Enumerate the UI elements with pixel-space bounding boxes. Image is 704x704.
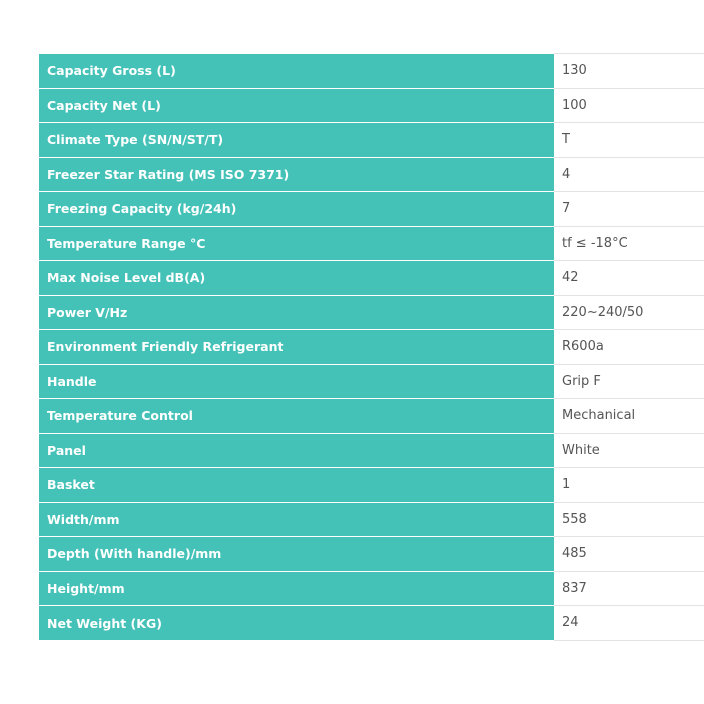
spec-label: Depth (With handle)/mm [39, 536, 554, 572]
table-row: Panel White [39, 432, 704, 468]
spec-value: R600a [554, 329, 704, 365]
table-row: Basket 1 [39, 467, 704, 503]
spec-label: Net Weight (KG) [39, 605, 554, 640]
table-row: Freezing Capacity (kg/24h) 7 [39, 191, 704, 227]
spec-label: Capacity Gross (L) [39, 53, 554, 89]
table-row: Depth (With handle)/mm 485 [39, 536, 704, 572]
spec-label: Temperature Range °C [39, 226, 554, 261]
table-row: Capacity Net (L) 100 [39, 87, 704, 123]
spec-label: Width/mm [39, 502, 554, 537]
spec-value: 24 [554, 605, 704, 641]
spec-value: 558 [554, 501, 704, 537]
specifications-table: Capacity Gross (L) 130 Capacity Net (L) … [39, 53, 704, 641]
spec-value: Grip F [554, 363, 704, 399]
spec-label: Handle [39, 364, 554, 399]
table-row: Max Noise Level dB(A) 42 [39, 260, 704, 296]
table-row: Height/mm 837 [39, 570, 704, 606]
spec-value: Mechanical [554, 398, 704, 434]
spec-label: Capacity Net (L) [39, 88, 554, 123]
spec-label: Freezing Capacity (kg/24h) [39, 191, 554, 227]
spec-value: 130 [554, 53, 704, 89]
spec-value: 4 [554, 156, 704, 192]
spec-label: Basket [39, 467, 554, 503]
spec-value: tf ≤ -18°C [554, 225, 704, 261]
spec-value: 485 [554, 536, 704, 572]
spec-label: Height/mm [39, 571, 554, 606]
spec-label: Environment Friendly Refrigerant [39, 329, 554, 365]
table-row: Environment Friendly Refrigerant R600a [39, 329, 704, 365]
table-row: Climate Type (SN/N/ST/T) T [39, 122, 704, 158]
table-row: Width/mm 558 [39, 501, 704, 537]
spec-value: 7 [554, 191, 704, 227]
spec-label: Freezer Star Rating (MS ISO 7371) [39, 157, 554, 192]
spec-label: Power V/Hz [39, 295, 554, 330]
spec-value: 220~240/50 [554, 294, 704, 330]
spec-value: 837 [554, 570, 704, 606]
specifications-body: Capacity Gross (L) 130 Capacity Net (L) … [39, 53, 704, 641]
spec-label: Temperature Control [39, 398, 554, 434]
spec-label: Panel [39, 433, 554, 468]
spec-label: Climate Type (SN/N/ST/T) [39, 122, 554, 158]
table-row: Net Weight (KG) 24 [39, 605, 704, 641]
table-row: Temperature Control Mechanical [39, 398, 704, 434]
spec-value: 42 [554, 260, 704, 296]
table-row: Power V/Hz 220~240/50 [39, 294, 704, 330]
spec-label: Max Noise Level dB(A) [39, 260, 554, 296]
spec-value: White [554, 432, 704, 468]
table-row: Temperature Range °C tf ≤ -18°C [39, 225, 704, 261]
table-row: Handle Grip F [39, 363, 704, 399]
table-row: Capacity Gross (L) 130 [39, 53, 704, 89]
spec-value: T [554, 122, 704, 158]
spec-value: 100 [554, 87, 704, 123]
table-row: Freezer Star Rating (MS ISO 7371) 4 [39, 156, 704, 192]
spec-value: 1 [554, 467, 704, 503]
